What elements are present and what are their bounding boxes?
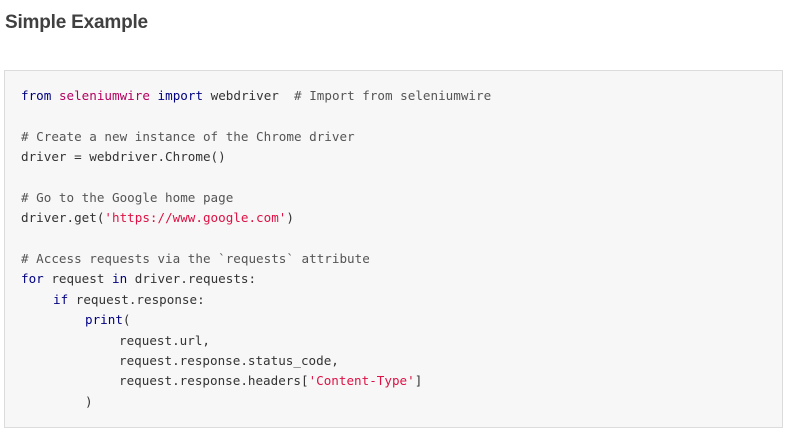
code-text: ( xyxy=(122,312,131,327)
code-text: ) xyxy=(286,210,294,225)
code-line-driver: driver = webdriver.Chrome() xyxy=(21,149,226,164)
keyword-in: in xyxy=(112,271,128,286)
code-text: ] xyxy=(414,373,423,388)
keyword-for: for xyxy=(21,271,44,286)
keyword-if: if xyxy=(53,292,69,307)
code-text: request xyxy=(43,271,112,286)
code-text: driver.requests: xyxy=(127,271,257,286)
code-text: request.response: xyxy=(68,292,205,307)
code-block: from seleniumwire import webdriver # Imp… xyxy=(4,70,783,428)
code-line-get: driver.get('https://www.google.com') xyxy=(21,208,294,228)
keyword-import: import xyxy=(157,88,204,103)
code-line-import: from seleniumwire import webdriver # Imp… xyxy=(21,86,491,106)
keyword-print: print xyxy=(85,312,123,327)
code-text: request.response.headers[ xyxy=(119,373,309,388)
code-line-status: request.response.status_code, xyxy=(119,353,339,368)
module-name: seleniumwire xyxy=(58,88,150,103)
code-line-if: if request.response: xyxy=(53,290,205,310)
code-line-url: request.url, xyxy=(119,333,210,348)
section-heading: Simple Example xyxy=(5,12,148,33)
import-target: webdriver xyxy=(203,88,295,103)
code-comment: # Create a new instance of the Chrome dr… xyxy=(21,129,355,144)
code-line-print: print( xyxy=(85,310,131,330)
keyword-from: from xyxy=(21,88,52,103)
code-line-close-paren: ) xyxy=(85,394,93,409)
code-line-for: for request in driver.requests: xyxy=(21,269,256,289)
code-comment: # Access requests via the `requests` att… xyxy=(21,251,370,266)
code-line-headers: request.response.headers['Content-Type'] xyxy=(119,371,422,391)
code-comment: # Go to the Google home page xyxy=(21,190,234,205)
code-text: driver.get( xyxy=(21,210,105,225)
url-string: 'https://www.google.com' xyxy=(104,210,287,225)
code-comment: # Import from seleniumwire xyxy=(294,88,492,103)
header-string: 'Content-Type' xyxy=(308,373,415,388)
